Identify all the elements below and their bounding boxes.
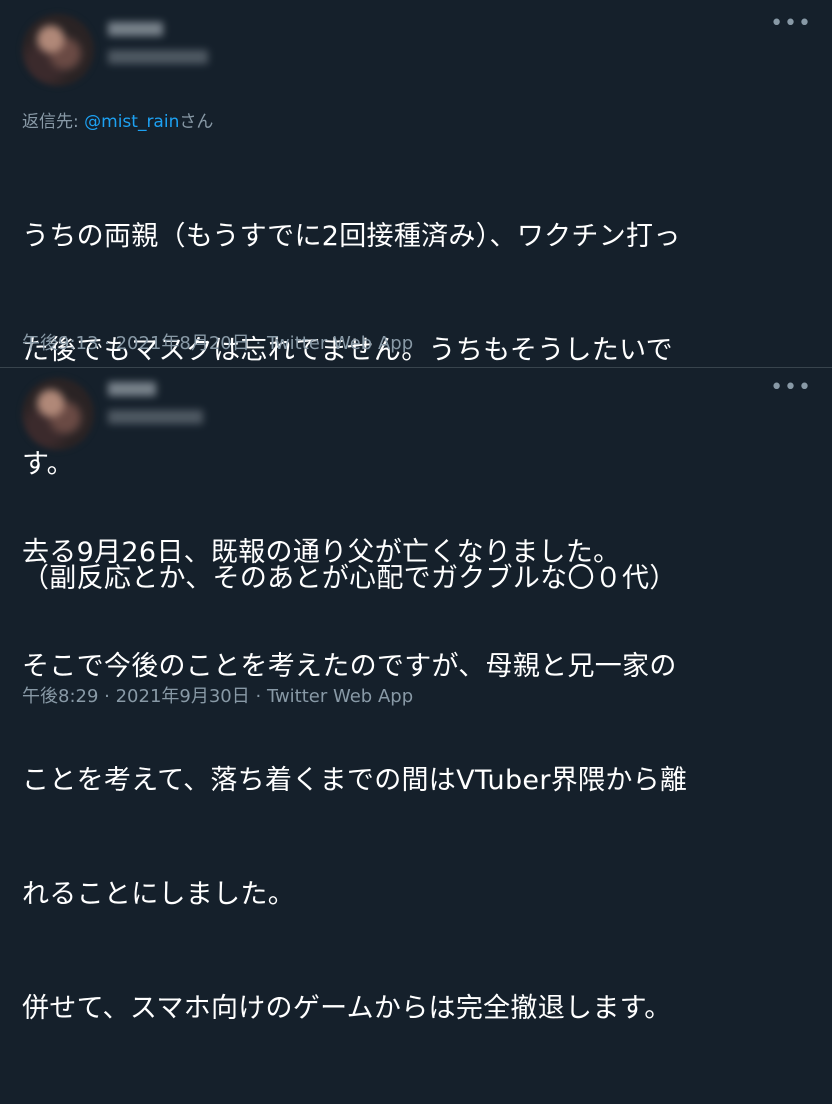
reply-to-line: 返信先: @mist_rainさん (22, 107, 213, 132)
blurred-username[interactable] (108, 410, 203, 424)
tweet-date[interactable]: 2021年9月30日 (116, 686, 250, 707)
tweet-text-line: れることにしました。 (22, 879, 295, 910)
blurred-display-name[interactable] (108, 22, 163, 36)
more-options-icon[interactable]: ••• (770, 377, 812, 399)
tweet-date[interactable]: 2021年8月20日 (116, 333, 250, 354)
reply-handle-link[interactable]: @mist_rain (84, 112, 179, 132)
reply-suffix: さん (179, 112, 214, 132)
tweet-source[interactable]: Twitter Web App (267, 333, 413, 354)
tweet-text-line: 併せて、スマホ向けのゲームからは完全撤退します。 (22, 993, 672, 1024)
tweet-text-line: 去る9月26日、既報の通り父が亡くなりました。 (22, 537, 621, 568)
separator: · (98, 686, 116, 707)
tweet[interactable]: ••• 去る9月26日、既報の通り父が亡くなりました。 そこで今後のことを考えた… (0, 367, 832, 1024)
separator: · (98, 333, 116, 354)
reply-prefix: 返信先: (22, 112, 85, 132)
tweet-source[interactable]: Twitter Web App (267, 686, 413, 707)
tweet-text: 去る9月26日、既報の通り父が亡くなりました。 そこで今後のことを考えたのですが… (22, 458, 687, 1104)
blurred-display-name[interactable] (108, 382, 156, 396)
separator: · (249, 686, 267, 707)
tweet-metadata: 午後8:29 · 2021年9月30日 · Twitter Web App (22, 682, 413, 708)
separator: · (249, 333, 267, 354)
avatar[interactable] (22, 14, 94, 86)
blurred-username[interactable] (108, 50, 208, 64)
tweet-text-line: うちの両親（もうすでに2回接種済み）、ワクチン打っ (22, 221, 681, 252)
tweet-metadata: 午後9:13 · 2021年8月20日 · Twitter Web App (22, 329, 413, 355)
tweet-reply[interactable]: ••• 返信先: @mist_rainさん うちの両親（もうすでに2回接種済み）… (0, 0, 832, 594)
tweet-text-line: ことを考えて、落ち着くまでの間はVTuber界隈から離 (22, 765, 688, 796)
more-options-icon[interactable]: ••• (770, 13, 812, 35)
tweet-time[interactable]: 午後9:13 (22, 333, 98, 354)
tweet-text-line: そこで今後のことを考えたのですが、母親と兄一家の (22, 651, 677, 682)
tweet-time[interactable]: 午後8:29 (22, 686, 98, 707)
avatar[interactable] (22, 378, 94, 450)
